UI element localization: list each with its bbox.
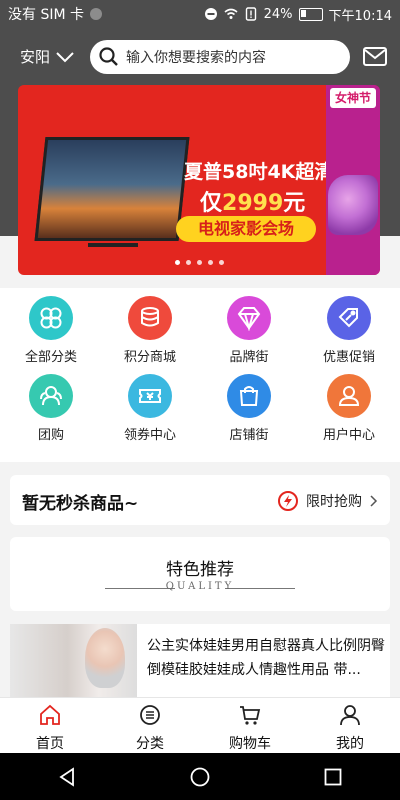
message-icon[interactable] xyxy=(362,45,388,69)
search-placeholder: 输入你想要搜索的内容 xyxy=(126,50,266,66)
category-label: 积分商城 xyxy=(123,350,176,365)
system-nav-bar xyxy=(0,753,400,800)
search-bar[interactable]: 输入你想要搜索的内容 xyxy=(90,40,350,74)
banner-dot[interactable] xyxy=(208,260,213,265)
notification-dot-icon xyxy=(90,8,102,20)
home-circle-icon[interactable] xyxy=(189,766,211,788)
flash-sale-link[interactable]: 限时抢购 xyxy=(278,491,378,511)
profile-icon xyxy=(340,705,360,726)
status-bar: 没有 SIM 卡 24% 下午10:14 xyxy=(0,0,400,28)
category-label: 店铺街 xyxy=(229,428,269,443)
battery-icon xyxy=(298,7,323,21)
nav-home[interactable]: 首页 xyxy=(0,698,100,754)
nav-label: 我的 xyxy=(336,736,364,752)
banner-dot[interactable] xyxy=(197,260,202,265)
sim-alert-icon xyxy=(245,7,256,21)
category-icon xyxy=(140,705,160,725)
category-label: 优惠促销 xyxy=(322,350,375,365)
chevron-down-icon xyxy=(56,51,74,62)
tv-stand xyxy=(88,243,138,247)
nav-category[interactable]: 分类 xyxy=(100,698,200,754)
side-banner-tag: 女神节 xyxy=(330,88,376,108)
home-icon xyxy=(40,704,60,725)
diamond-icon xyxy=(227,296,271,340)
banner-price: 仅2999元 xyxy=(200,191,306,216)
nav-cart[interactable]: 购物车 xyxy=(200,698,300,754)
nav-label: 首页 xyxy=(36,736,64,752)
bottom-nav: 首页 分类 购物车 我的 xyxy=(0,697,400,754)
cart-icon xyxy=(240,706,261,725)
category-label: 领券中心 xyxy=(123,428,176,443)
tv-image xyxy=(34,137,190,241)
flash-sale-bar[interactable]: 暂无秒杀商品~ 限时抢购 xyxy=(10,475,390,525)
shop-bag-icon xyxy=(227,374,271,418)
search-icon xyxy=(99,47,118,66)
wifi-icon xyxy=(224,8,238,19)
chevron-right-icon xyxy=(370,495,378,507)
category-grid: 全部分类 积分商城 品牌街 优惠促销 团购 领券中心 店铺街 用户中心 xyxy=(0,288,400,462)
featured-title: 特色推荐 xyxy=(166,560,234,580)
category-label: 用户中心 xyxy=(322,428,375,443)
back-icon[interactable] xyxy=(56,766,78,788)
banner-dot[interactable] xyxy=(219,260,224,265)
nav-label: 分类 xyxy=(136,736,164,752)
category-promotions[interactable]: 优惠促销 xyxy=(304,296,394,365)
banner-dot[interactable] xyxy=(186,260,191,265)
product-image xyxy=(10,624,137,704)
city-label: 安阳 xyxy=(20,48,51,66)
category-shops[interactable]: 店铺街 xyxy=(204,374,294,443)
product-card[interactable]: 公主实体娃娃男用自慰器真人比例阴臀倒模硅胶娃娃成人情趣性用品 带... xyxy=(10,624,390,704)
category-label: 全部分类 xyxy=(24,350,77,365)
banner-title: 夏普58吋4K超清 xyxy=(184,161,334,183)
do-not-disturb-icon xyxy=(204,8,217,20)
category-label: 品牌街 xyxy=(229,350,269,365)
product-title: 公主实体娃娃男用自慰器真人比例阴臀倒模硅胶娃娃成人情趣性用品 带... xyxy=(147,638,385,678)
category-brands[interactable]: 品牌街 xyxy=(204,296,294,365)
nav-label: 购物车 xyxy=(229,736,271,752)
featured-section-header: 特色推荐 QUALITY xyxy=(10,537,390,611)
promo-banner[interactable]: 夏普58吋4K超清 仅2999元 电视家影会场 女神节 xyxy=(18,85,380,275)
clock: 下午10:14 xyxy=(328,8,392,24)
discount-tag-icon xyxy=(327,296,371,340)
next-banner-preview: 女神节 xyxy=(326,85,380,275)
carrier-text: 没有 SIM 卡 xyxy=(8,7,84,23)
battery-percent: 24% xyxy=(263,6,293,22)
banner-cta-button[interactable]: 电视家影会场 xyxy=(176,216,316,242)
flash-sale-title: 暂无秒杀商品~ xyxy=(22,494,139,514)
banner-pagination[interactable] xyxy=(175,260,224,265)
flowers-image xyxy=(328,175,378,235)
category-all[interactable]: 全部分类 xyxy=(6,296,96,365)
recents-icon[interactable] xyxy=(322,766,344,788)
flash-sale-link-label: 限时抢购 xyxy=(306,494,362,510)
coupon-icon xyxy=(128,374,172,418)
category-coupons[interactable]: 领券中心 xyxy=(105,374,195,443)
nav-profile[interactable]: 我的 xyxy=(300,698,400,754)
coins-icon xyxy=(128,296,172,340)
four-leaf-icon xyxy=(29,296,73,340)
featured-subtitle: QUALITY xyxy=(165,581,235,592)
category-label: 团购 xyxy=(37,428,64,443)
city-selector[interactable]: 安阳 xyxy=(20,46,74,67)
user-icon xyxy=(327,374,371,418)
category-group-buy[interactable]: 团购 xyxy=(6,374,96,443)
group-icon xyxy=(29,374,73,418)
banner-dot[interactable] xyxy=(175,260,180,265)
category-points-mall[interactable]: 积分商城 xyxy=(105,296,195,365)
lightning-icon xyxy=(278,491,298,511)
category-user-center[interactable]: 用户中心 xyxy=(304,374,394,443)
